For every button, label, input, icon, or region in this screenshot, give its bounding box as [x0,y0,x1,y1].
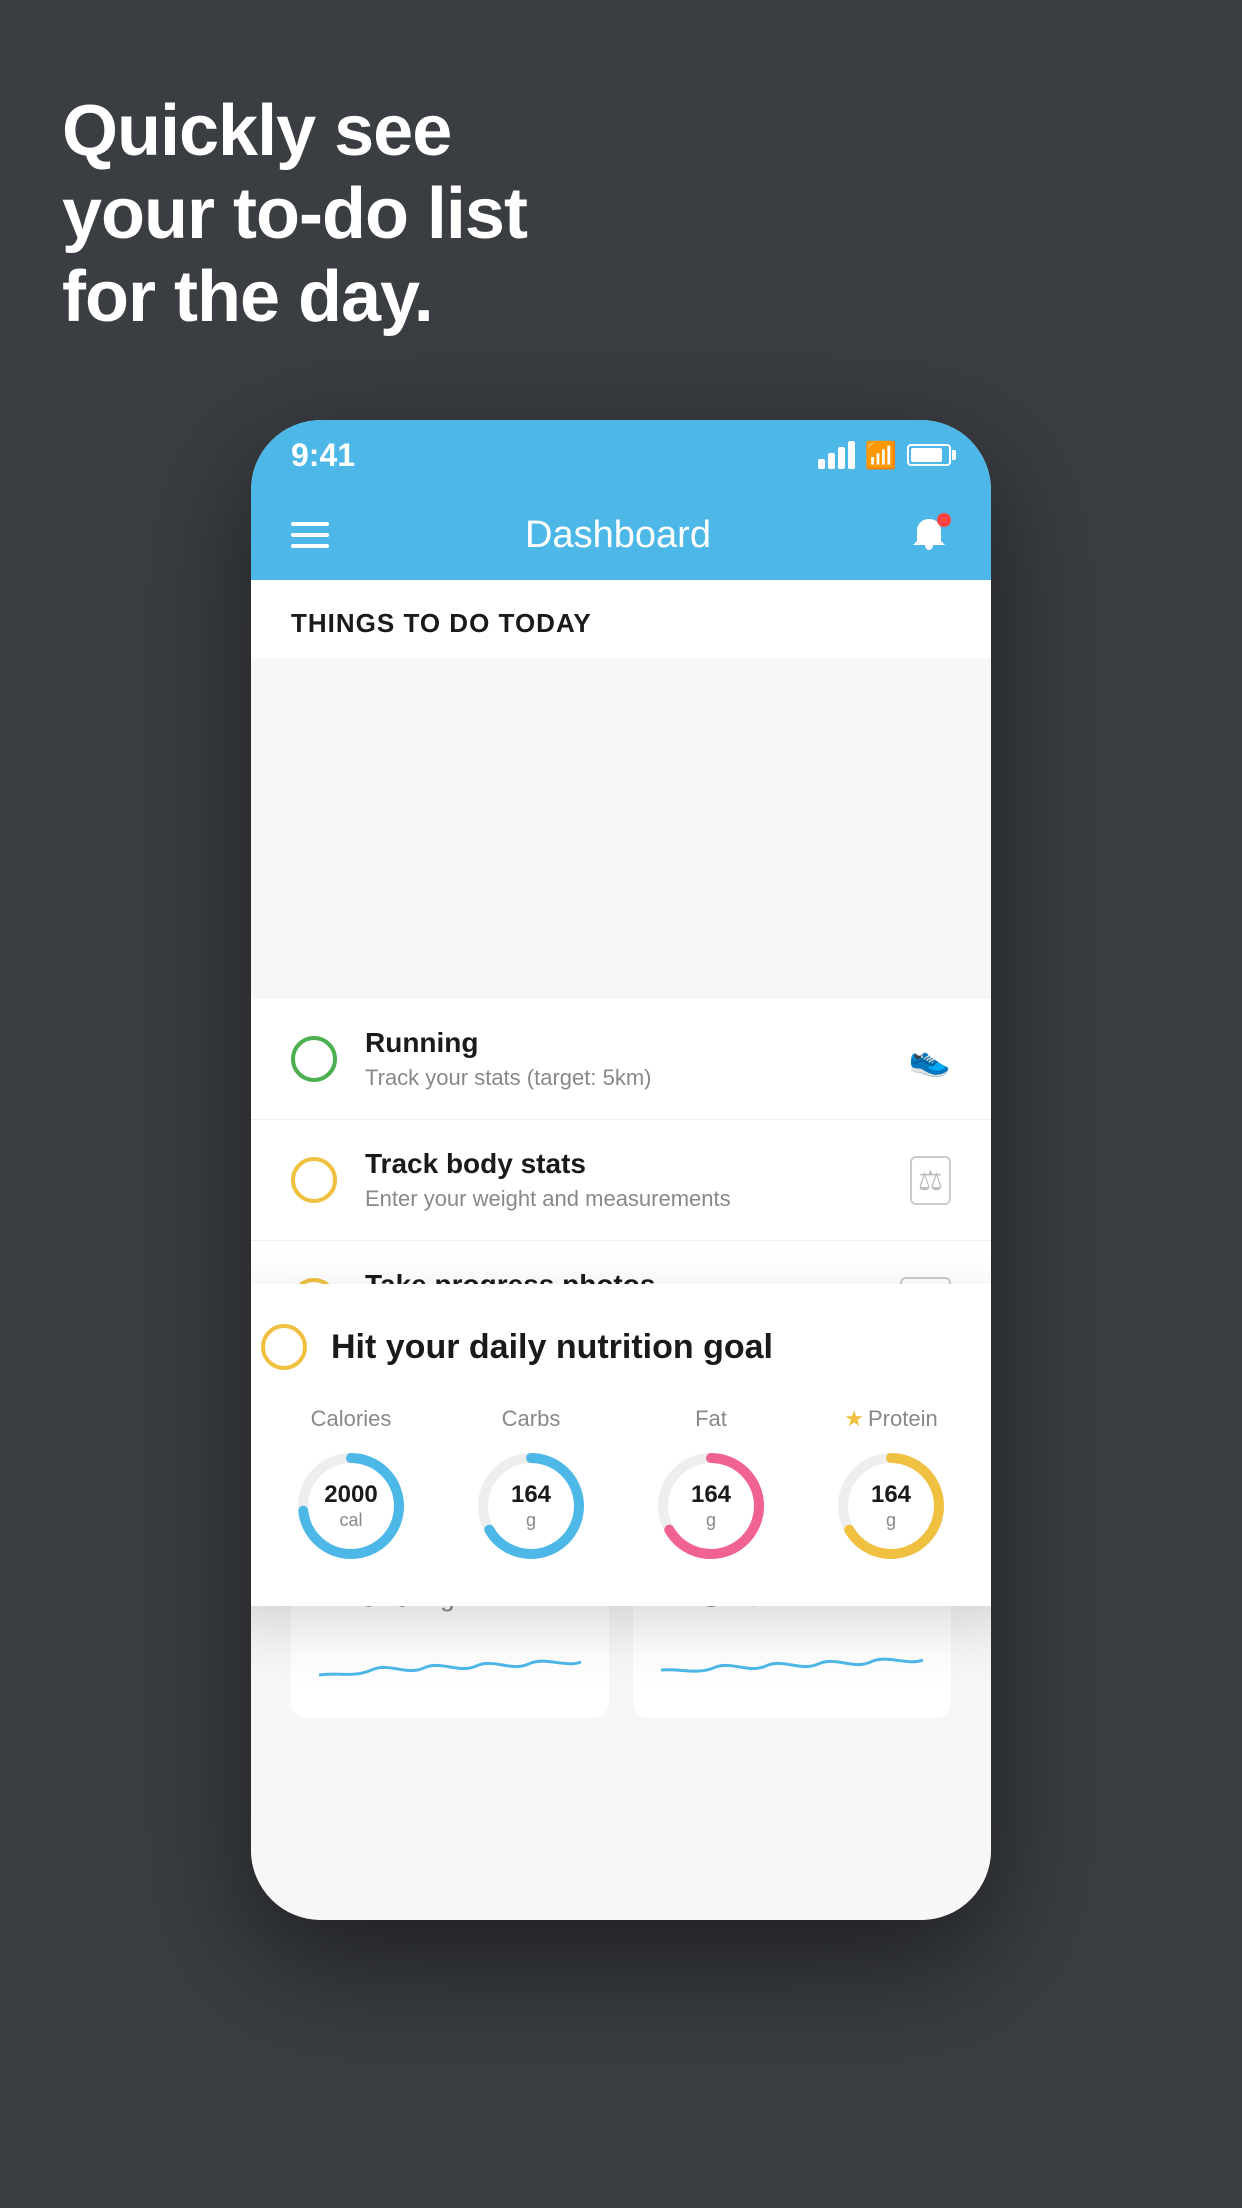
body-stats-subtitle: Enter your weight and measurements [365,1186,882,1212]
fat-label: Fat [695,1406,727,1432]
scale-icon: ⚖ [910,1156,951,1205]
nutrition-card: Hit your daily nutrition goal Calories [251,1284,991,1606]
fat-value: 164 [691,1481,731,1510]
todo-item-running[interactable]: Running Track your stats (target: 5km) 👟 [251,999,991,1120]
notification-bell[interactable] [907,513,951,557]
protein-donut: 164 g [831,1446,951,1566]
wifi-icon: 📶 [865,440,897,471]
phone-container: 9:41 📶 Dashboard [251,420,991,2060]
running-icon: 👟 [909,1039,951,1079]
nutrition-checkbox[interactable] [261,1324,307,1370]
body-fat-chart [661,1640,923,1690]
protein-unit: g [871,1510,911,1532]
protein-label-row: ★ Protein [844,1406,937,1432]
running-checkbox[interactable] [291,1036,337,1082]
body-stats-text: Track body stats Enter your weight and m… [365,1148,882,1212]
protein-label: Protein [868,1406,938,1432]
calories-value: 2000 [324,1481,377,1510]
app-content: THINGS TO DO TODAY Hit your daily nutrit… [251,580,991,1920]
protein-value: 164 [871,1481,911,1510]
body-stats-checkbox[interactable] [291,1157,337,1203]
body-stats-title: Track body stats [365,1148,882,1180]
nutrition-item-protein: ★ Protein 164 g [831,1406,951,1566]
calories-unit: cal [324,1510,377,1532]
notification-dot [937,513,951,527]
carbs-donut: 164 g [471,1446,591,1566]
todo-item-body-stats[interactable]: Track body stats Enter your weight and m… [251,1120,991,1241]
star-icon: ★ [844,1406,864,1432]
nav-bar: Dashboard [251,490,991,580]
nutrition-item-calories: Calories 2000 cal [291,1406,411,1566]
carbs-value: 164 [511,1481,551,1510]
hamburger-menu[interactable] [291,522,329,548]
battery-icon [907,444,951,466]
hero-text: Quickly see your to-do list for the day. [62,90,527,338]
status-time: 9:41 [291,437,355,474]
running-title: Running [365,1027,881,1059]
section-header: THINGS TO DO TODAY [251,580,991,659]
nav-title: Dashboard [525,514,711,557]
fat-unit: g [691,1510,731,1532]
signal-icon [818,441,855,469]
status-icons: 📶 [818,440,951,471]
carbs-unit: g [511,1510,551,1532]
nutrition-item-fat: Fat 164 g [651,1406,771,1566]
calories-label: Calories [311,1406,392,1432]
nutrition-card-header: Hit your daily nutrition goal [261,1324,981,1370]
running-subtitle: Track your stats (target: 5km) [365,1065,881,1091]
carbs-label: Carbs [502,1406,561,1432]
status-bar: 9:41 📶 [251,420,991,490]
phone-frame: 9:41 📶 Dashboard [251,420,991,1920]
nutrition-title: Hit your daily nutrition goal [331,1328,773,1367]
nutrition-circles: Calories 2000 cal [261,1406,981,1566]
body-weight-chart [319,1640,581,1690]
calories-donut: 2000 cal [291,1446,411,1566]
fat-donut: 164 g [651,1446,771,1566]
running-text: Running Track your stats (target: 5km) [365,1027,881,1091]
nutrition-item-carbs: Carbs 164 g [471,1406,591,1566]
